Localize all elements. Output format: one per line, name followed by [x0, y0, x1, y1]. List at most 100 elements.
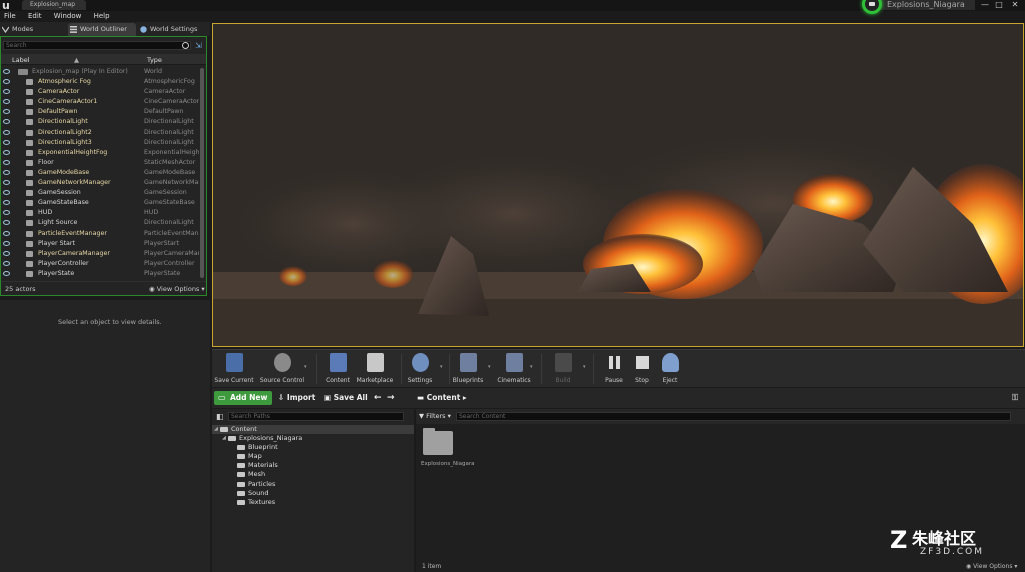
visibility-eye-icon[interactable] — [3, 79, 10, 85]
search-content-input[interactable]: Search Content — [456, 412, 1011, 421]
outliner-row[interactable]: Floor StaticMeshActor — [1, 158, 199, 168]
settings-dropdown-icon[interactable]: ▾ — [440, 364, 443, 370]
expand-arrow-icon[interactable]: ◢ — [214, 425, 218, 434]
column-label[interactable]: Label — [12, 55, 30, 65]
visibility-eye-icon[interactable] — [3, 210, 10, 216]
build-dropdown-icon[interactable]: ▾ — [583, 364, 586, 370]
visibility-eye-icon[interactable] — [3, 180, 10, 186]
visibility-eye-icon[interactable] — [3, 99, 10, 105]
outliner-row[interactable]: ExponentialHeightFog ExponentialHeightFog — [1, 148, 199, 158]
visibility-eye-icon[interactable] — [3, 230, 10, 236]
outliner-row[interactable]: GameModeBase GameModeBase — [1, 168, 199, 178]
outliner-row[interactable]: PlayerController PlayerController — [1, 259, 199, 269]
visibility-eye-icon[interactable] — [3, 89, 10, 95]
outliner-row[interactable]: GameSession GameSession — [1, 188, 199, 198]
path-breadcrumb[interactable]: ▬ Content ▸ — [417, 391, 467, 405]
search-paths-input[interactable]: Search Paths — [228, 412, 404, 421]
visibility-eye-icon[interactable] — [3, 260, 10, 266]
folder-tree-item[interactable]: Sound — [212, 489, 414, 498]
outliner-row[interactable]: GameStateBase GameStateBase — [1, 198, 199, 208]
tab-world-outliner[interactable]: World Outliner — [68, 23, 136, 36]
outliner-row[interactable]: CineCameraActor1 CineCameraActor — [1, 97, 199, 107]
folder-tree-item[interactable]: ◢ Content — [212, 425, 414, 435]
outliner-row[interactable]: PlayerCameraManager PlayerCameraManager — [1, 249, 199, 259]
menu-file[interactable]: File — [4, 11, 16, 22]
outliner-row[interactable]: DirectionalLight2 DirectionalLight — [1, 128, 199, 138]
lock-icon[interactable]: ⚿ — [1012, 391, 1018, 405]
folder-tree-item[interactable]: Mesh — [212, 470, 414, 479]
visibility-eye-icon[interactable] — [3, 129, 10, 135]
outliner-row[interactable]: DefaultPawn DefaultPawn — [1, 107, 199, 117]
folder-tree-item[interactable]: Particles — [212, 480, 414, 489]
visibility-eye-icon[interactable] — [3, 159, 10, 165]
column-type[interactable]: Type — [147, 55, 162, 65]
import-button[interactable]: ⇩ Import — [278, 391, 315, 405]
add-new-button[interactable]: Add New ▾ — [214, 391, 272, 416]
expand-arrow-icon[interactable]: ◢ — [222, 434, 226, 443]
forward-arrow-icon[interactable]: → — [387, 391, 395, 405]
cinematics-button[interactable]: Cinematics — [496, 352, 532, 386]
folder-tree-item[interactable]: ◢ Explosions_Niagara — [212, 434, 414, 443]
close-button[interactable]: ✕ — [1008, 0, 1022, 9]
menu-window[interactable]: Window — [54, 11, 82, 22]
blueprints-dropdown-icon[interactable]: ▾ — [488, 364, 491, 370]
back-arrow-icon[interactable]: ← — [374, 391, 382, 405]
outliner-row[interactable]: Light Source DirectionalLight — [1, 218, 199, 228]
folder-tree-item[interactable]: Blueprint — [212, 443, 414, 452]
visibility-eye-icon[interactable] — [3, 240, 10, 246]
add-actor-icon[interactable]: ⇲ — [195, 41, 205, 50]
world-icon — [18, 69, 28, 75]
visibility-eye-icon[interactable] — [3, 69, 10, 74]
map-tab[interactable]: Explosion_map — [22, 0, 86, 10]
save-current-button[interactable]: Save Current — [214, 352, 254, 386]
tab-modes[interactable]: Modes — [0, 23, 64, 36]
visibility-eye-icon[interactable] — [3, 109, 10, 115]
folder-tree-item[interactable]: Textures — [212, 498, 414, 507]
level-viewport[interactable] — [212, 23, 1024, 347]
outliner-row[interactable]: PlayerState PlayerState — [1, 269, 199, 279]
visibility-eye-icon[interactable] — [3, 250, 10, 256]
folder-tree-item[interactable]: Map — [212, 452, 414, 461]
outliner-row[interactable]: GameNetworkManager GameNetworkManager — [1, 178, 199, 188]
outliner-row[interactable]: DirectionalLight DirectionalLight — [1, 117, 199, 127]
outliner-row[interactable]: Atmospheric Fog AtmosphericFog — [1, 77, 199, 87]
visibility-eye-icon[interactable] — [3, 149, 10, 155]
outliner-root-row[interactable]: Explosion_map (Play In Editor) World — [1, 67, 199, 77]
menu-help[interactable]: Help — [94, 11, 110, 22]
outliner-row[interactable]: Player Start PlayerStart — [1, 239, 199, 249]
source-control-button[interactable]: Source Control — [260, 352, 304, 386]
tab-world-settings[interactable]: World Settings — [138, 23, 208, 36]
outliner-row[interactable]: HUD HUD — [1, 208, 199, 218]
search-icon[interactable] — [182, 42, 189, 49]
outliner-scrollbar[interactable] — [200, 68, 204, 278]
save-all-button[interactable]: ▣ Save All — [324, 391, 368, 405]
outliner-search-input[interactable]: Search — [3, 41, 191, 50]
maximize-button[interactable]: □ — [992, 0, 1006, 9]
visibility-eye-icon[interactable] — [3, 200, 10, 206]
visibility-eye-icon[interactable] — [3, 169, 10, 175]
folder-tile[interactable]: Explosions_Niagara — [421, 428, 474, 483]
visibility-eye-icon[interactable] — [3, 270, 10, 276]
source-control-dropdown-icon[interactable]: ▾ — [304, 364, 307, 370]
visibility-eye-icon[interactable] — [3, 139, 10, 145]
build-button[interactable]: Build — [545, 352, 581, 386]
settings-button[interactable]: Settings — [402, 352, 438, 386]
visibility-eye-icon[interactable] — [3, 220, 10, 226]
sources-toggle-icon[interactable]: ◧ — [216, 412, 225, 421]
cinematics-dropdown-icon[interactable]: ▾ — [530, 364, 533, 370]
project-status-icon[interactable] — [862, 0, 882, 14]
view-options-button[interactable]: ◉ View Options ▾ — [149, 285, 205, 293]
filters-button[interactable]: ▼ Filters ▾ — [419, 412, 451, 421]
outliner-row[interactable]: ParticleEventManager ParticleEventManager — [1, 229, 199, 239]
eject-button[interactable]: Eject — [652, 352, 688, 386]
menu-edit[interactable]: Edit — [28, 11, 42, 22]
visibility-eye-icon[interactable] — [3, 190, 10, 196]
minimize-button[interactable]: — — [978, 0, 992, 9]
view-options-button[interactable]: ◉ View Options ▾ — [966, 563, 1017, 570]
visibility-eye-icon[interactable] — [3, 119, 10, 125]
blueprints-button[interactable]: Blueprints — [450, 352, 486, 386]
marketplace-button[interactable]: Marketplace — [357, 352, 393, 386]
outliner-row[interactable]: DirectionalLight3 DirectionalLight — [1, 138, 199, 148]
outliner-row[interactable]: CameraActor CameraActor — [1, 87, 199, 97]
folder-tree-item[interactable]: Materials — [212, 461, 414, 470]
